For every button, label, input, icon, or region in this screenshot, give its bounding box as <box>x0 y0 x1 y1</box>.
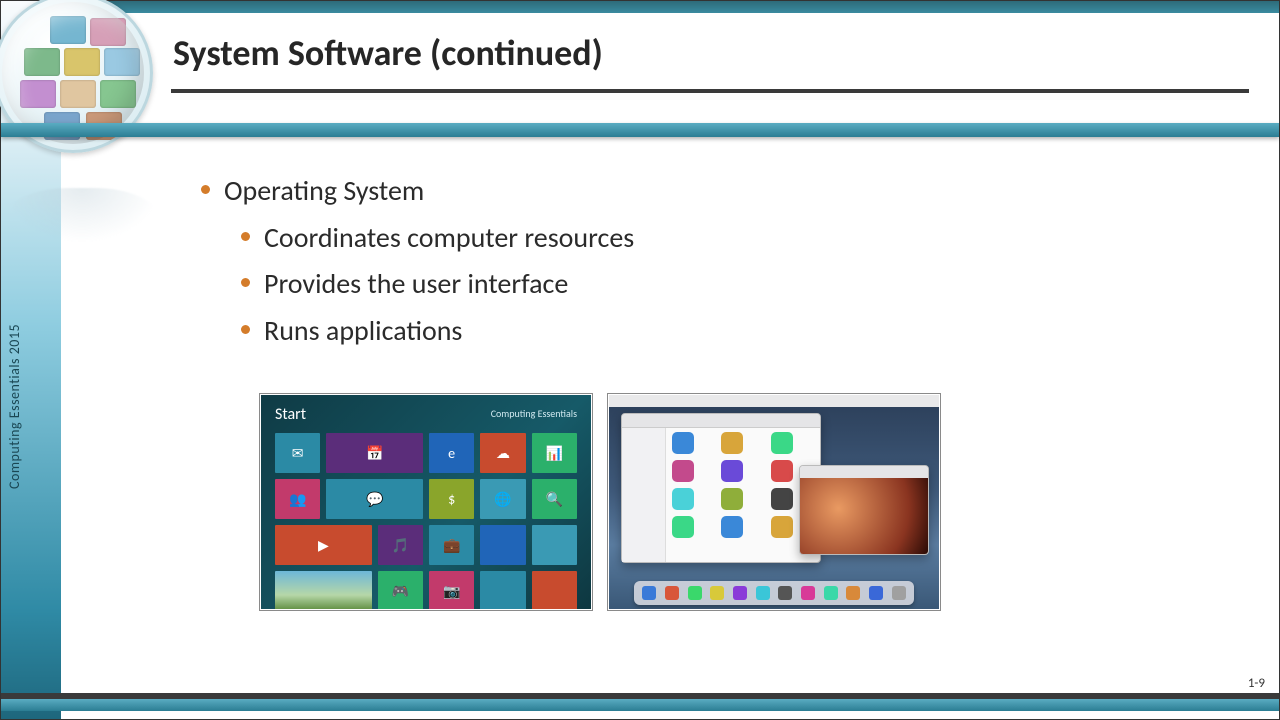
tile: 📅 <box>326 433 423 473</box>
slide: Computing Essentials 2015 System Softwar… <box>0 0 1280 720</box>
mac-screenshot <box>607 393 941 611</box>
content-area: Operating System Coordinates computer re… <box>201 171 1199 357</box>
bullet-text: Runs applications <box>264 311 462 352</box>
screenshot-row: Start Computing Essentials ✉ 📅 e ☁ 📊 👥 💬… <box>259 393 941 611</box>
mac-menubar <box>609 395 939 407</box>
tile <box>275 571 372 609</box>
bullet-dot-icon <box>201 185 210 194</box>
top-band <box>1 1 1279 13</box>
header-band <box>1 123 1279 137</box>
tile <box>480 525 525 565</box>
tile: $ <box>429 479 474 519</box>
tile: 💼 <box>429 525 474 565</box>
mac-preview-window <box>799 465 929 555</box>
title-underline <box>171 89 1249 93</box>
windows-user-label: Computing Essentials <box>491 407 577 420</box>
mac-dock <box>634 581 914 605</box>
slide-title: System Software (continued) <box>173 31 603 75</box>
tile <box>480 571 525 609</box>
bullet-level-2: Coordinates computer resources <box>241 218 1199 259</box>
tile: 🎵 <box>378 525 423 565</box>
windows-tiles: ✉ 📅 e ☁ 📊 👥 💬 $ 🌐 🔍 ▶ 🎵 💼 🎮 <box>275 433 577 599</box>
page-number: 1-9 <box>1248 676 1265 691</box>
globe-graphic <box>0 0 163 163</box>
tile: 💬 <box>326 479 423 519</box>
tile <box>532 571 577 609</box>
bullet-level-1: Operating System <box>201 171 1199 212</box>
windows-screenshot: Start Computing Essentials ✉ 📅 e ☁ 📊 👥 💬… <box>259 393 593 611</box>
tile: e <box>429 433 474 473</box>
tile: 🎮 <box>378 571 423 609</box>
tile: 📊 <box>532 433 577 473</box>
bullet-dot-icon <box>241 278 250 287</box>
footer-rule-teal <box>1 699 1279 711</box>
bullet-dot-icon <box>241 232 250 241</box>
tile: ▶ <box>275 525 372 565</box>
windows-start-label: Start <box>275 405 306 424</box>
bullet-text: Coordinates computer resources <box>264 218 634 259</box>
bullet-level-2: Provides the user interface <box>241 264 1199 305</box>
bullet-dot-icon <box>241 325 250 334</box>
globe-reflection <box>7 188 157 244</box>
bullet-level-2: Runs applications <box>241 311 1199 352</box>
tile: ✉ <box>275 433 320 473</box>
tile: 📷 <box>429 571 474 609</box>
tile: 🔍 <box>532 479 577 519</box>
tile: ☁ <box>480 433 525 473</box>
mac-app-store-window <box>621 413 821 563</box>
tile <box>532 525 577 565</box>
tile: 🌐 <box>480 479 525 519</box>
tile: 👥 <box>275 479 320 519</box>
book-title-label: Computing Essentials 2015 <box>6 324 23 489</box>
bullet-text: Operating System <box>224 171 424 212</box>
bullet-text: Provides the user interface <box>264 264 568 305</box>
